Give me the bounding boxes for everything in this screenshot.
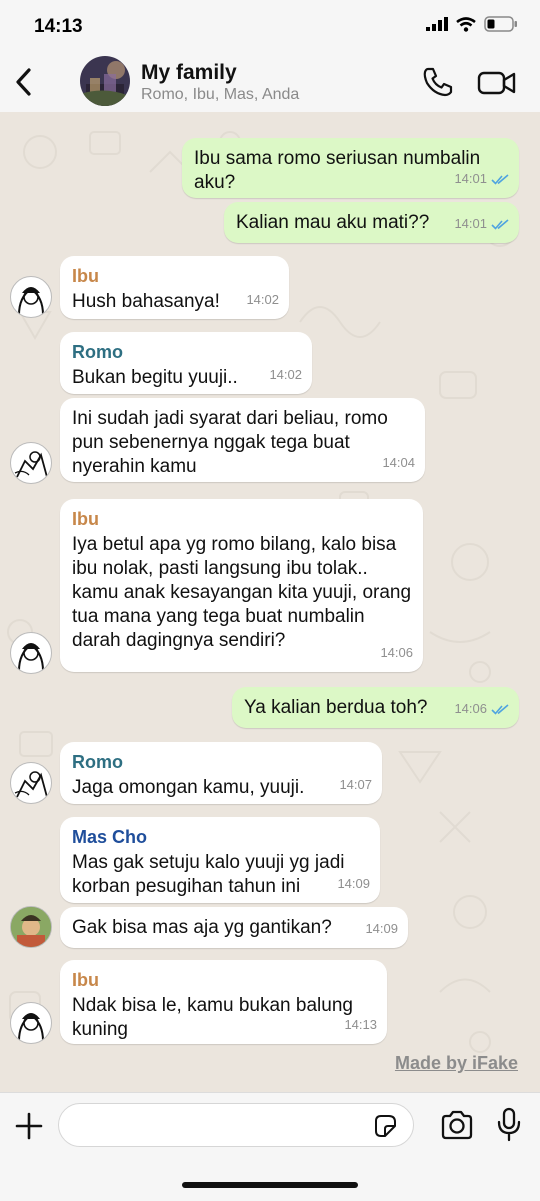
- message-meta: 14:02: [269, 363, 302, 387]
- message-meta: 14:02: [246, 288, 279, 312]
- message-text: Mas gak setuju kalo yuuji yg jadi korban…: [72, 852, 345, 897]
- group-avatar[interactable]: [80, 56, 130, 106]
- double-tick-icon: [491, 218, 509, 230]
- message-text: Bukan begitu yuuji..: [72, 367, 238, 388]
- chat-area[interactable]: Ibu sama romo seriusan numbalin aku? 14:…: [0, 112, 540, 1092]
- message-time: 14:02: [269, 367, 302, 382]
- sender-avatar-mascho[interactable]: [10, 906, 52, 948]
- message-incoming[interactable]: Mas Cho Mas gak setuju kalo yuuji yg jad…: [60, 817, 380, 903]
- message-incoming[interactable]: Gak bisa mas aja yg gantikan? 14:09: [60, 907, 408, 948]
- mic-icon[interactable]: [496, 1107, 522, 1143]
- sender-name: Mas Cho: [72, 827, 148, 847]
- message-meta: 14:09: [337, 872, 370, 896]
- video-icon[interactable]: [476, 66, 518, 100]
- message-meta: 14:04: [382, 451, 415, 475]
- message-outgoing[interactable]: Ya kalian berdua toh? 14:06: [232, 687, 519, 728]
- sender-name: Romo: [72, 752, 123, 772]
- message-outgoing[interactable]: Kalian mau aku mati?? 14:01: [224, 202, 519, 243]
- wifi-icon: [456, 16, 476, 32]
- chat-title[interactable]: My family: [141, 61, 237, 85]
- message-input[interactable]: [58, 1103, 414, 1147]
- sender-name: Romo: [72, 342, 123, 362]
- double-tick-icon: [491, 173, 509, 185]
- status-icons: [426, 16, 518, 32]
- message-time: 14:01: [454, 216, 487, 231]
- sticker-icon[interactable]: [372, 1113, 398, 1139]
- message-time: 14:07: [339, 777, 372, 792]
- message-incoming[interactable]: Romo Bukan begitu yuuji.. 14:02: [60, 332, 312, 394]
- sender-avatar-ibu[interactable]: [10, 276, 52, 318]
- sender-name: Ibu: [72, 266, 99, 286]
- message-outgoing[interactable]: Ibu sama romo seriusan numbalin aku? 14:…: [182, 138, 519, 198]
- sender-avatar-ibu[interactable]: [10, 632, 52, 674]
- message-meta: 14:01: [454, 212, 509, 236]
- sender-name: Ibu: [72, 509, 99, 529]
- message-incoming[interactable]: Ibu Hush bahasanya! 14:02: [60, 256, 289, 319]
- message-meta: 14:01: [454, 167, 509, 191]
- chat-participants[interactable]: Romo, Ibu, Mas, Anda: [141, 86, 299, 104]
- sender-avatar-romo[interactable]: [10, 442, 52, 484]
- status-bar: 14:13: [0, 0, 540, 52]
- home-indicator: [182, 1182, 358, 1188]
- battery-icon: [484, 16, 517, 32]
- message-time: 14:04: [382, 455, 415, 470]
- message-meta: 14:06: [380, 641, 413, 665]
- phone-icon[interactable]: [420, 64, 456, 100]
- chat-header: My family Romo, Ibu, Mas, Anda: [0, 52, 540, 113]
- message-meta: 14:13: [344, 1013, 377, 1037]
- plus-icon[interactable]: [12, 1109, 46, 1143]
- sender-avatar-romo[interactable]: [10, 762, 52, 804]
- message-incoming[interactable]: Ibu Iya betul apa yg romo bilang, kalo b…: [60, 499, 423, 672]
- message-time: 14:02: [246, 292, 279, 307]
- status-time: 14:13: [34, 16, 83, 37]
- message-text: Ini sudah jadi syarat dari beliau, romo …: [72, 408, 388, 477]
- sender-avatar-ibu[interactable]: [10, 1002, 52, 1044]
- message-incoming[interactable]: Romo Jaga omongan kamu, yuuji. 14:07: [60, 742, 382, 804]
- message-time: 14:09: [337, 876, 370, 891]
- message-meta: 14:06: [454, 697, 509, 721]
- message-incoming[interactable]: Ibu Ndak bisa le, kamu bukan balung kuni…: [60, 960, 387, 1044]
- message-time: 14:01: [454, 171, 487, 186]
- message-meta: 14:09: [365, 917, 398, 941]
- message-time: 14:06: [380, 645, 413, 660]
- message-text: Jaga omongan kamu, yuuji.: [72, 777, 305, 798]
- message-text: Ibu sama romo seriusan numbalin aku?: [194, 148, 481, 193]
- message-text: Ndak bisa le, kamu bukan balung kuning: [72, 995, 353, 1040]
- message-time: 14:06: [454, 701, 487, 716]
- watermark[interactable]: Made by iFake: [395, 1053, 518, 1074]
- message-incoming[interactable]: Ini sudah jadi syarat dari beliau, romo …: [60, 398, 425, 482]
- message-text: Gak bisa mas aja yg gantikan?: [72, 917, 332, 938]
- sender-name: Ibu: [72, 970, 99, 990]
- message-text: Iya betul apa yg romo bilang, kalo bisa …: [72, 534, 412, 651]
- double-tick-icon: [491, 703, 509, 715]
- back-icon[interactable]: [10, 62, 40, 102]
- message-time: 14:09: [365, 921, 398, 936]
- signal-icon: [426, 17, 448, 31]
- message-time: 14:13: [344, 1017, 377, 1032]
- camera-icon[interactable]: [440, 1109, 474, 1141]
- message-meta: 14:07: [339, 773, 372, 797]
